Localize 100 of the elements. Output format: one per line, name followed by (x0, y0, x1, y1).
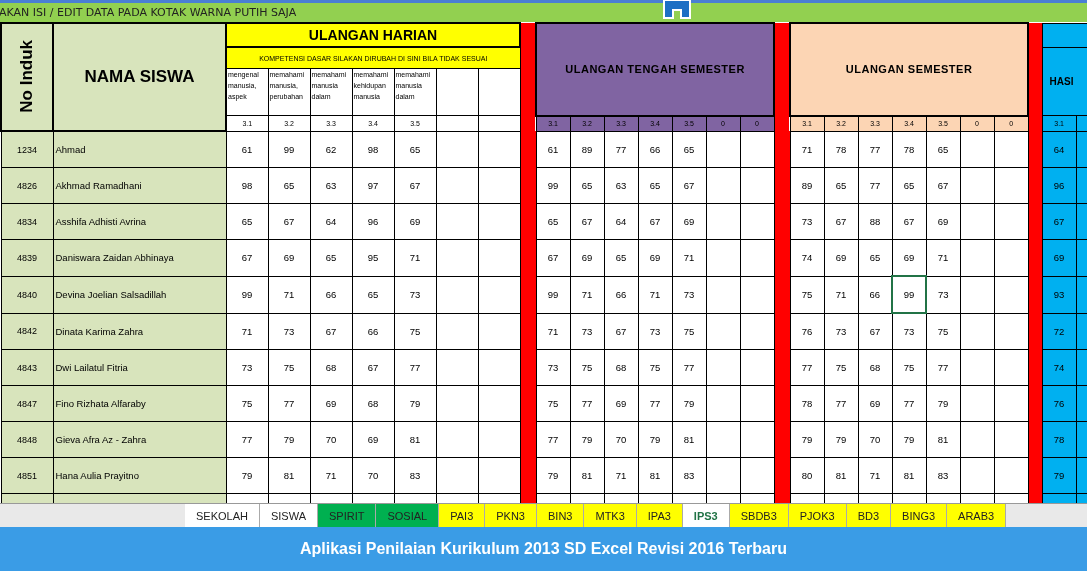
table-cell[interactable]: 77 (570, 385, 605, 422)
table-cell[interactable]: 73 (570, 313, 605, 350)
sheet-tab[interactable]: SISWA (259, 504, 318, 527)
table-cell[interactable]: 79 (394, 385, 436, 422)
table-cell[interactable]: 71 (268, 276, 310, 313)
table-cell[interactable]: 71 (638, 276, 673, 313)
table-cell[interactable]: 73 (268, 313, 310, 350)
table-cell[interactable]: 81 (570, 457, 605, 494)
table-cell[interactable]: 81 (672, 421, 707, 458)
table-cell[interactable]: 68 (604, 349, 639, 386)
table-cell[interactable]: 99 (536, 276, 571, 313)
table-cell[interactable]: 65 (226, 203, 268, 240)
table-cell[interactable]: 96 (352, 203, 394, 240)
table-cell[interactable]: 63 (310, 167, 352, 204)
selected-cell[interactable]: 99 (892, 276, 927, 313)
table-cell[interactable]: 79 (824, 421, 859, 458)
table-cell[interactable]: 73 (790, 203, 825, 240)
table-cell[interactable]: 98 (226, 167, 268, 204)
table-cell[interactable]: 73 (536, 349, 571, 386)
table-cell[interactable]: 75 (790, 276, 825, 313)
table-cell[interactable]: 73 (926, 276, 961, 313)
sheet-tab[interactable]: ARAB3 (947, 504, 1007, 527)
table-cell[interactable]: 67 (824, 203, 859, 240)
table-cell[interactable]: 66 (604, 276, 639, 313)
sheet-tab[interactable]: IPS3 (682, 504, 730, 527)
table-cell[interactable]: 71 (310, 457, 352, 494)
table-cell[interactable]: 67 (536, 239, 571, 276)
sheet-tab[interactable]: MTK3 (584, 504, 637, 527)
table-cell[interactable]: 79 (638, 421, 673, 458)
table-cell[interactable]: 73 (226, 349, 268, 386)
table-cell[interactable]: 68 (858, 349, 893, 386)
table-cell[interactable]: 67 (310, 313, 352, 350)
table-cell[interactable]: 67 (570, 203, 605, 240)
table-cell[interactable]: 70 (310, 421, 352, 458)
table-cell[interactable]: 71 (790, 131, 825, 168)
table-cell[interactable]: 75 (268, 349, 310, 386)
table-cell[interactable]: 77 (926, 349, 961, 386)
table-cell[interactable]: 77 (790, 349, 825, 386)
table-cell[interactable]: 67 (638, 203, 673, 240)
table-cell[interactable]: 75 (394, 313, 436, 350)
table-cell[interactable]: 65 (892, 167, 927, 204)
table-cell[interactable]: 81 (892, 457, 927, 494)
sheet-tab[interactable]: BD3 (846, 504, 892, 527)
table-cell[interactable]: 70 (352, 457, 394, 494)
table-cell[interactable]: 77 (638, 385, 673, 422)
table-cell[interactable]: 69 (268, 239, 310, 276)
table-cell[interactable]: 71 (536, 313, 571, 350)
table-cell[interactable]: 69 (310, 385, 352, 422)
table-cell[interactable]: 78 (790, 385, 825, 422)
sheet-tab[interactable]: PJOK3 (788, 504, 847, 527)
table-cell[interactable]: 73 (824, 313, 859, 350)
table-cell[interactable]: 75 (926, 313, 961, 350)
table-cell[interactable]: 83 (926, 457, 961, 494)
table-cell[interactable]: 67 (394, 167, 436, 204)
table-cell[interactable]: 67 (268, 203, 310, 240)
table-cell[interactable]: 65 (536, 203, 571, 240)
table-cell[interactable]: 73 (638, 313, 673, 350)
table-cell[interactable]: 88 (858, 203, 893, 240)
table-cell[interactable]: 71 (394, 239, 436, 276)
table-cell[interactable]: 65 (926, 131, 961, 168)
table-cell[interactable]: 67 (892, 203, 927, 240)
table-cell[interactable]: 83 (672, 457, 707, 494)
table-cell[interactable]: 73 (672, 276, 707, 313)
table-cell[interactable]: 75 (824, 349, 859, 386)
table-cell[interactable]: 71 (604, 457, 639, 494)
table-cell[interactable]: 65 (394, 131, 436, 168)
table-cell[interactable]: 71 (824, 276, 859, 313)
sheet-tab[interactable]: SOSIAL (376, 504, 440, 527)
table-cell[interactable]: 73 (892, 313, 927, 350)
table-cell[interactable]: 75 (536, 385, 571, 422)
table-cell[interactable]: 67 (604, 313, 639, 350)
sheet-tab[interactable]: BING3 (891, 504, 948, 527)
table-cell[interactable]: 97 (352, 167, 394, 204)
table-cell[interactable]: 64 (310, 203, 352, 240)
table-cell[interactable]: 79 (672, 385, 707, 422)
table-cell[interactable]: 74 (790, 239, 825, 276)
table-cell[interactable]: 66 (638, 131, 673, 168)
table-cell[interactable]: 77 (536, 421, 571, 458)
table-cell[interactable]: 77 (226, 421, 268, 458)
table-cell[interactable]: 77 (824, 385, 859, 422)
table-cell[interactable]: 81 (268, 457, 310, 494)
table-cell[interactable]: 77 (858, 131, 893, 168)
table-cell[interactable]: 70 (604, 421, 639, 458)
sheet-tab[interactable]: PKN3 (485, 504, 537, 527)
table-cell[interactable]: 79 (790, 421, 825, 458)
table-cell[interactable]: 62 (310, 131, 352, 168)
table-cell[interactable]: 79 (892, 421, 927, 458)
table-cell[interactable]: 66 (352, 313, 394, 350)
table-cell[interactable]: 79 (226, 457, 268, 494)
table-cell[interactable]: 70 (858, 421, 893, 458)
sheet-tab[interactable]: SEKOLAH (185, 504, 260, 527)
table-cell[interactable]: 65 (352, 276, 394, 313)
table-cell[interactable]: 75 (226, 385, 268, 422)
table-cell[interactable]: 76 (790, 313, 825, 350)
table-cell[interactable]: 65 (310, 239, 352, 276)
table-cell[interactable]: 99 (226, 276, 268, 313)
table-cell[interactable]: 89 (570, 131, 605, 168)
table-cell[interactable]: 75 (672, 313, 707, 350)
table-cell[interactable]: 71 (858, 457, 893, 494)
sheet-tab[interactable]: BIN3 (537, 504, 585, 527)
